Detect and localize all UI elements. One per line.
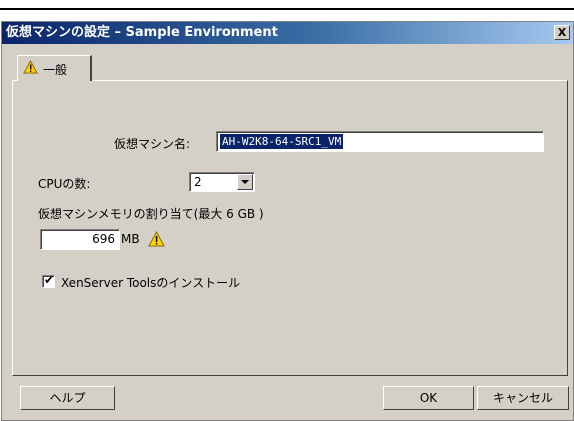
- general-panel: 仮想マシン名: AH-W2K8-64-SRC1_VM CPUの数: 2 仮想マシ…: [12, 80, 568, 376]
- memory-label: 仮想マシンメモリの割り当て(最大 6 GB ): [38, 207, 264, 221]
- memory-unit: MB: [121, 232, 140, 246]
- title-bar[interactable]: 仮想マシンの設定 – Sample Environment X: [2, 22, 573, 44]
- vm-name-input[interactable]: AH-W2K8-64-SRC1_VM: [216, 131, 544, 152]
- cancel-button[interactable]: キャンセル: [477, 386, 569, 410]
- dialog-title: 仮想マシンの設定 – Sample Environment: [6, 25, 278, 40]
- install-tools-checkbox[interactable]: ✔: [42, 273, 55, 288]
- close-button[interactable]: X: [554, 25, 570, 40]
- tab-general[interactable]: 一般: [17, 55, 92, 81]
- vm-name-value: AH-W2K8-64-SRC1_VM: [220, 134, 344, 149]
- tab-general-label: 一般: [43, 63, 68, 77]
- help-button[interactable]: ヘルプ: [20, 386, 115, 410]
- memory-input[interactable]: 696: [40, 229, 120, 250]
- chevron-down-icon: [241, 180, 249, 184]
- install-tools-label: XenServer Toolsのインストール: [61, 276, 241, 290]
- vm-name-label: 仮想マシン名:: [114, 137, 191, 151]
- cpu-count-label: CPUの数:: [38, 177, 91, 191]
- cpu-dropdown-button[interactable]: [237, 174, 253, 190]
- vm-settings-dialog: 仮想マシンの設定 – Sample Environment X 一般 仮想マシン…: [1, 21, 574, 421]
- memory-value: 696: [92, 232, 115, 246]
- warning-icon: [23, 60, 38, 74]
- checkmark-icon: ✔: [44, 273, 55, 287]
- warning-icon: [148, 231, 165, 247]
- top-divider: [0, 8, 574, 10]
- ok-button[interactable]: OK: [383, 386, 474, 410]
- cpu-count-select[interactable]: 2: [189, 172, 255, 192]
- cpu-count-value: 2: [194, 175, 202, 189]
